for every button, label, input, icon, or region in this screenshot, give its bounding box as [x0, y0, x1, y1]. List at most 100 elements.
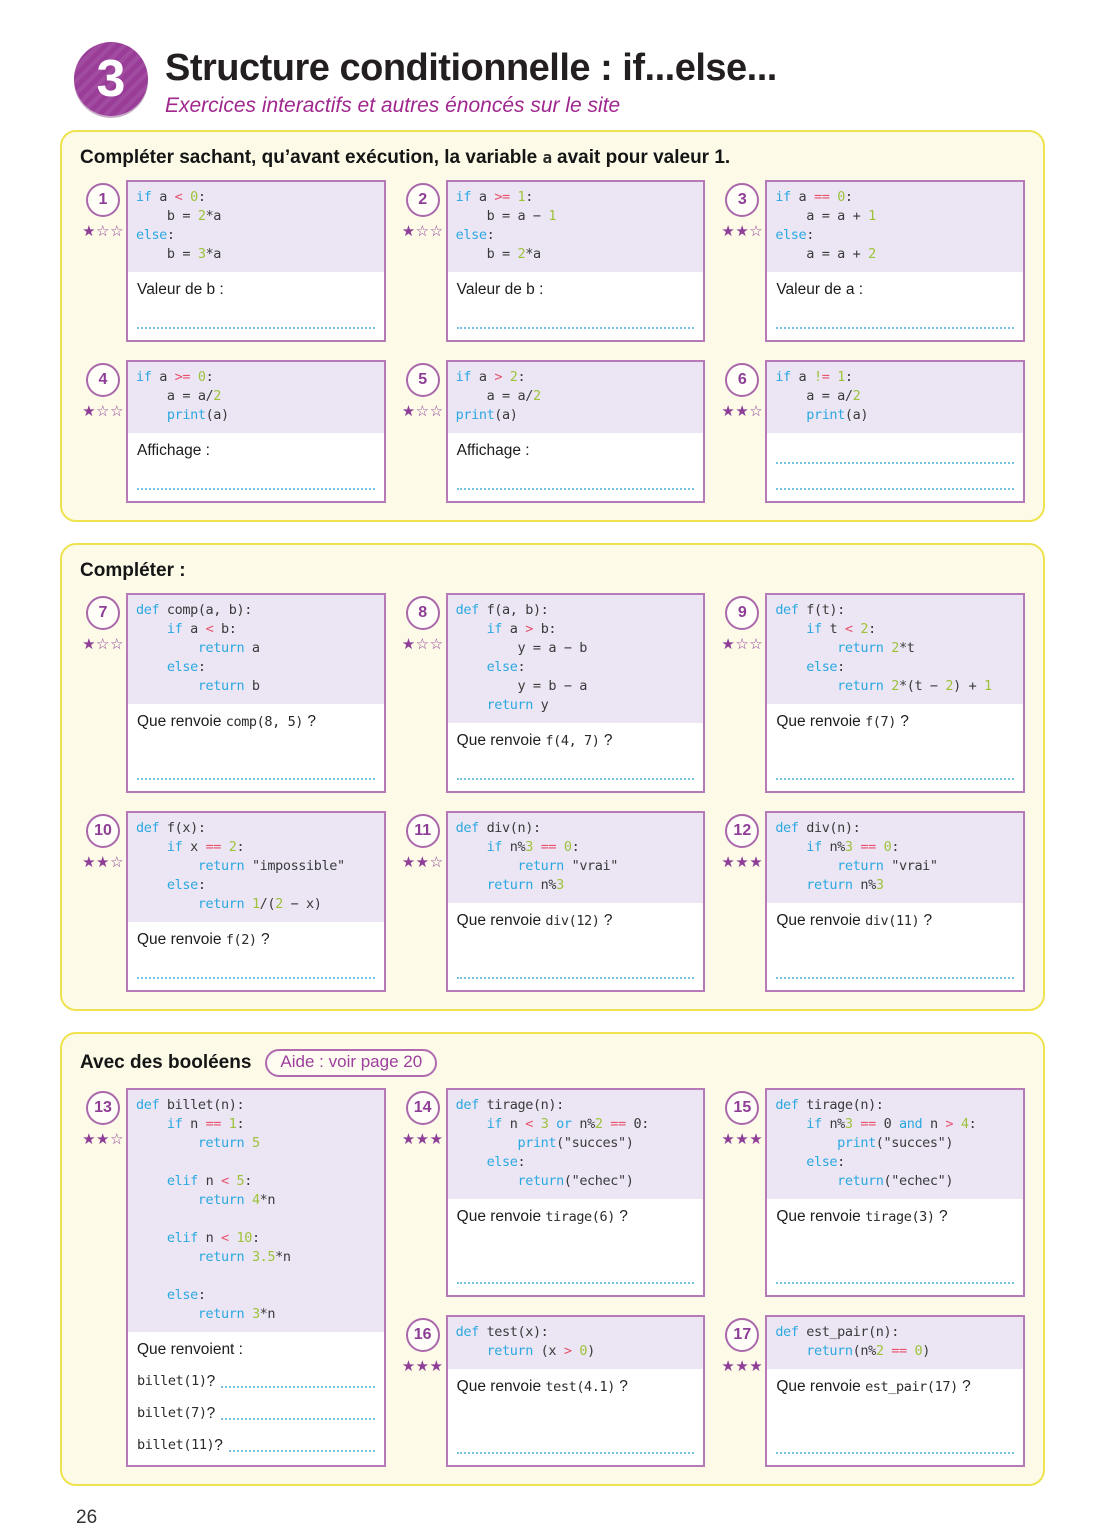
- text-part: [136, 1249, 198, 1265]
- text-part: def: [775, 1097, 798, 1113]
- text-part: 1: [868, 208, 876, 224]
- text-part: <: [221, 1230, 229, 1246]
- page-title: Structure conditionnelle : if...else...: [165, 46, 777, 90]
- exercise-box: def f(t): if t < 2: return 2*t else: ret…: [765, 593, 1025, 793]
- exercise-number-badge: 12: [725, 814, 759, 848]
- text-part: if: [167, 621, 182, 637]
- text-part: [775, 1135, 837, 1151]
- text-part: 3: [252, 1306, 260, 1322]
- text-part: a = a/: [456, 388, 533, 404]
- exercise-number-badge: 8: [406, 596, 440, 630]
- code-line: [136, 1153, 376, 1172]
- exercise: 16★★★def test(x): return (x > 0)Que renv…: [400, 1315, 706, 1467]
- code-snippet: def f(x): if x == 2: return "impossible"…: [128, 813, 384, 922]
- star-icon: ★: [416, 1358, 430, 1375]
- exercise-gutter: 15★★★: [719, 1088, 765, 1297]
- code-line: def comp(a, b):: [136, 601, 376, 620]
- star-icon: ★: [721, 1358, 735, 1375]
- difficulty-stars: ★★☆: [402, 853, 444, 871]
- text-part: :: [198, 1287, 206, 1303]
- text-part: 0: [564, 839, 572, 855]
- code-line: return 2*(t − 2) + 1: [775, 677, 1015, 696]
- text-part: n: [502, 1116, 525, 1132]
- code-line: print("succes"): [775, 1134, 1015, 1153]
- text-part: [775, 839, 806, 855]
- text-part: *a: [206, 208, 221, 224]
- text-part: 2: [860, 621, 868, 637]
- text-part: 5: [252, 1135, 260, 1151]
- answer-line: [776, 485, 1014, 490]
- text-part: if: [775, 189, 790, 205]
- code-line: return n%3: [775, 876, 1015, 895]
- star-icon: ★: [721, 636, 735, 653]
- text-part: :: [518, 1154, 526, 1170]
- text-part: def: [775, 820, 798, 836]
- text-part: [136, 678, 198, 694]
- star-icon: ★: [735, 1358, 749, 1375]
- text-part: Que renvoie: [457, 912, 546, 929]
- code-line: if n < 3 or n%2 == 0:: [456, 1115, 696, 1134]
- exercise: 6★★☆if a != 1: a = a/2 print(a): [719, 360, 1025, 503]
- text-part: [510, 189, 518, 205]
- exercise: 8★☆☆def f(a, b): if a > b: y = a − b els…: [400, 593, 706, 793]
- text-part: if: [775, 369, 790, 385]
- question-area: Que renvoie f(2) ?: [128, 922, 384, 990]
- star-icon: ★: [749, 1358, 763, 1375]
- text-part: [533, 839, 541, 855]
- text-part: [136, 1230, 167, 1246]
- question-text: Que renvoie test(4.1) ?: [457, 1376, 695, 1398]
- answer-line: [776, 1449, 1014, 1454]
- text-part: a = a +: [775, 208, 868, 224]
- exercise-box: if a != 1: a = a/2 print(a): [765, 360, 1025, 503]
- text-part: return: [837, 678, 883, 694]
- code-line: return 3*n: [136, 1305, 376, 1324]
- answer-line: [221, 1386, 374, 1388]
- star-icon: ☆: [749, 636, 763, 653]
- code-line: def est_pair(n):: [775, 1323, 1015, 1342]
- star-icon: ★: [82, 854, 96, 871]
- difficulty-stars: ★★★: [721, 853, 763, 871]
- code-line: [136, 1210, 376, 1229]
- code-line: return (x > 0): [456, 1342, 696, 1361]
- text-part: t: [822, 621, 845, 637]
- exercise-number-badge: 4: [86, 363, 120, 397]
- exercise-number-badge: 6: [725, 363, 759, 397]
- code-line: return 5: [136, 1134, 376, 1153]
- text-part: 0: [579, 1343, 587, 1359]
- text-part: Que renvoie: [776, 713, 865, 730]
- text-part: [456, 1154, 487, 1170]
- difficulty-stars: ★★★: [721, 1357, 763, 1375]
- exercise-gutter: 8★☆☆: [400, 593, 446, 793]
- exercise-number-badge: 3: [725, 183, 759, 217]
- text-part: 0: [837, 189, 845, 205]
- text-part: def: [456, 1324, 479, 1340]
- text-part: [775, 678, 837, 694]
- section-heading: Avec des booléens: [80, 1052, 251, 1074]
- text-part: [136, 1306, 198, 1322]
- text-part: Que renvoie: [457, 1208, 546, 1225]
- star-icon: ☆: [416, 636, 430, 653]
- exercise-gutter: 7★☆☆: [80, 593, 126, 793]
- text-part: [136, 1287, 167, 1303]
- text-part: or: [556, 1116, 571, 1132]
- text-part: ): [626, 1135, 634, 1151]
- text-part: (x: [533, 1343, 564, 1359]
- text-part: [221, 839, 229, 855]
- code-snippet: if a != 1: a = a/2 print(a): [767, 362, 1023, 433]
- question-text: Que renvoie tirage(3) ?: [776, 1206, 1014, 1228]
- text-part: print: [806, 407, 845, 423]
- text-part: a = a +: [775, 246, 868, 262]
- text-part: if: [487, 1116, 502, 1132]
- difficulty-stars: ★★☆: [82, 853, 124, 871]
- text-part: def: [456, 1097, 479, 1113]
- code-line: def tirage(n):: [775, 1096, 1015, 1115]
- text-part: else: [487, 659, 518, 675]
- text-part: 2: [275, 896, 283, 912]
- exercise-grid: 13★★☆def billet(n): if n == 1: return 5 …: [80, 1088, 1025, 1467]
- text-part: [136, 640, 198, 656]
- text-part: Que renvoie: [776, 1208, 865, 1225]
- star-icon: ★: [402, 403, 416, 420]
- text-part: elif: [167, 1173, 198, 1189]
- star-icon: ☆: [110, 223, 124, 240]
- text-part: return: [517, 1173, 563, 1189]
